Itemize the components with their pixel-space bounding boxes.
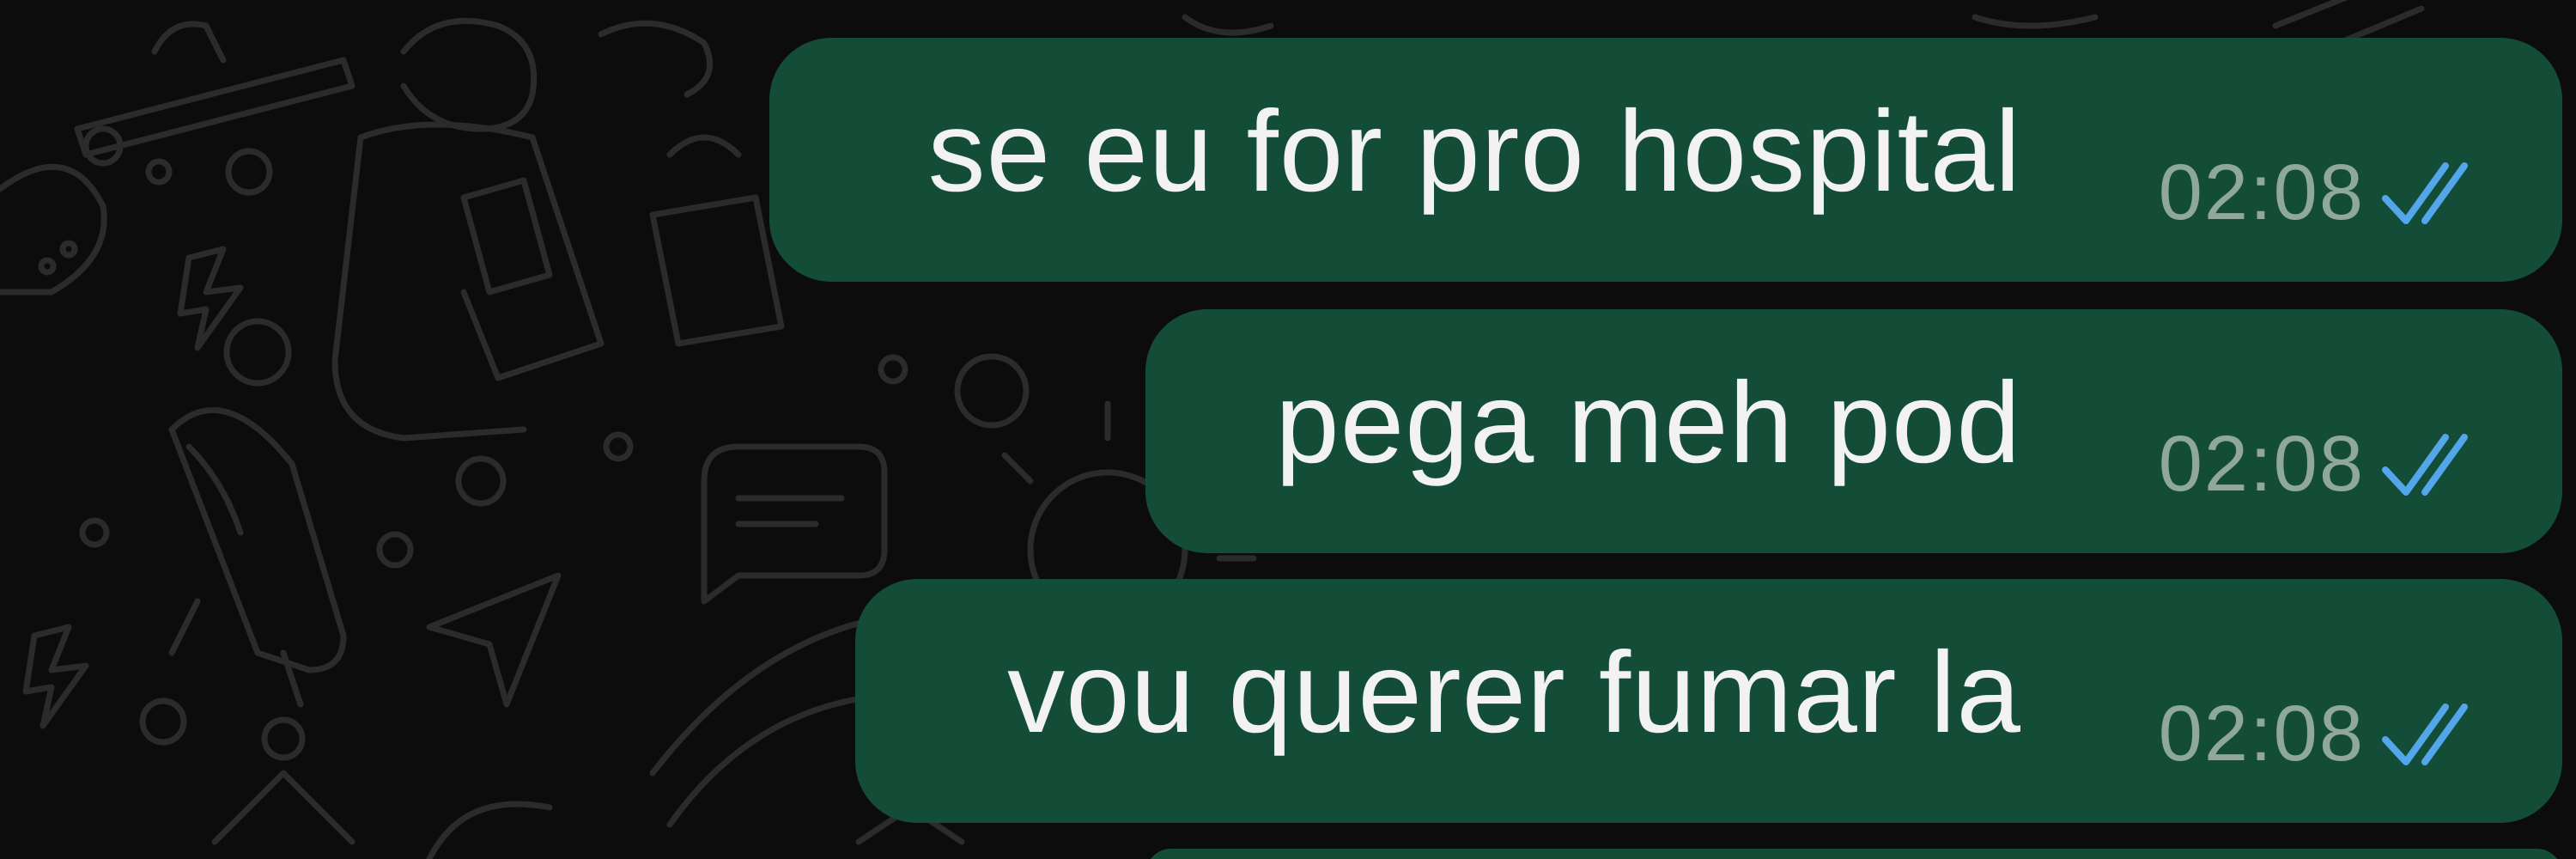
- double-check-read-icon: [2382, 434, 2468, 496]
- outgoing-message-bubble[interactable]: se eu for pro hospital 02:08: [769, 38, 2562, 282]
- message-timestamp: 02:08: [2158, 420, 2365, 508]
- message-text: vou querer fumar la: [1007, 629, 2021, 757]
- message-text: se eu for pro hospital: [927, 88, 2021, 216]
- message-meta: 02:08: [2159, 691, 2492, 777]
- message-text: pega meh pod: [1275, 359, 2021, 487]
- message-timestamp: 02:08: [2158, 690, 2365, 777]
- message-timestamp: 02:08: [2158, 149, 2365, 236]
- outgoing-message-bubble[interactable]: vou querer fumar la 02:08: [855, 579, 2562, 823]
- message-meta: 02:08: [2159, 421, 2492, 507]
- chat-screen: se eu for pro hospital 02:08 pega meh po…: [0, 0, 2576, 859]
- outgoing-message-bubble-partial[interactable]: [1145, 849, 2562, 859]
- message-meta: 02:08: [2159, 149, 2492, 235]
- double-check-read-icon: [2382, 162, 2468, 224]
- double-check-read-icon: [2382, 704, 2468, 765]
- outgoing-message-bubble[interactable]: pega meh pod 02:08: [1145, 309, 2562, 553]
